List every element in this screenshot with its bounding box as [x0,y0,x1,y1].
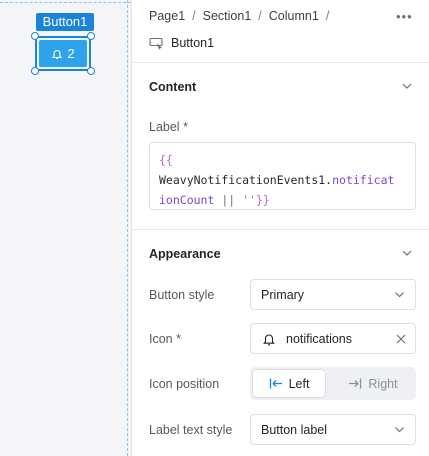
label-text-style-select[interactable]: Button label [250,414,416,445]
resize-handle-bottom-left[interactable] [31,67,39,75]
breadcrumb: Page1 / Section1 / Column1 / [149,9,329,23]
breadcrumb-column[interactable]: Column1 [269,9,319,23]
component-name: Button1 [171,36,215,50]
chevron-down-icon [402,83,412,89]
icon-position-left[interactable]: Left [253,370,325,397]
properties-panel: Page1 / Section1 / Column1 / ••• Button1… [132,0,429,456]
resize-handle-bottom-right[interactable] [87,67,95,75]
code-property-part1: notificat [332,173,395,187]
button-style-select[interactable]: Primary [250,279,416,310]
resize-handle-top-left[interactable] [31,32,39,40]
code-operator: || [214,193,243,207]
component-name-tag[interactable]: Button1 [36,13,94,31]
ellipsis-icon[interactable]: ••• [396,9,413,24]
breadcrumb-section[interactable]: Section1 [203,9,252,23]
canvas-area[interactable]: Button1 2 [0,0,131,456]
breadcrumb-separator: / [258,9,262,23]
button-style-value: Primary [261,287,305,302]
align-right-icon [349,378,362,389]
icon-position-label: Icon position [149,377,220,391]
template-open: {{ [159,153,173,167]
notification-count: 2 [67,46,75,61]
component-header: Button1 [149,36,214,50]
chevron-down-icon [402,250,412,256]
button-style-label: Button style [149,288,215,302]
bell-icon [262,333,276,345]
appearance-section-header[interactable]: Appearance [132,229,429,277]
required-mark: * [176,332,181,346]
label-field-label: Label * [149,120,188,134]
content-section-title: Content [149,80,197,94]
content-section-header[interactable]: Content [132,62,429,110]
label-text-style-label: Label text style [149,423,233,437]
breadcrumb-separator: / [192,9,196,23]
canvas-guide-vertical [127,0,128,456]
icon-position-left-label: Left [288,376,310,391]
canvas-guide-horizontal [0,2,131,3]
label-code-editor[interactable]: {{ WeavyNotificationEvents1.notificat io… [149,142,416,210]
breadcrumb-page[interactable]: Page1 [149,9,185,23]
icon-picker[interactable]: notifications [250,323,416,354]
template-close: }} [255,193,270,207]
resize-handle-top-right[interactable] [87,32,95,40]
appearance-section-title: Appearance [149,247,221,261]
code-string: '' [242,193,256,207]
label-field-text: Label [149,120,180,134]
icon-position-toggle: Left Right [250,367,416,400]
button-component-icon [149,37,163,50]
code-property-part2: ionCount [159,193,215,207]
required-mark: * [183,120,188,134]
chevron-down-icon [395,427,404,433]
icon-field-label: Icon * [149,332,181,346]
canvas-button-preview[interactable]: 2 [39,40,87,67]
icon-position-right-label: Right [368,376,398,391]
icon-position-right[interactable]: Right [333,370,413,397]
close-icon[interactable] [396,334,406,344]
chevron-down-icon [395,292,404,298]
code-identifier: WeavyNotificationEvents1 [159,173,326,187]
breadcrumb-separator: / [325,9,330,23]
icon-label-text: Icon [149,332,173,346]
icon-picker-value: notifications [286,331,353,346]
bell-icon [52,49,63,59]
align-left-icon [269,378,282,389]
label-text-style-value: Button label [261,422,328,437]
